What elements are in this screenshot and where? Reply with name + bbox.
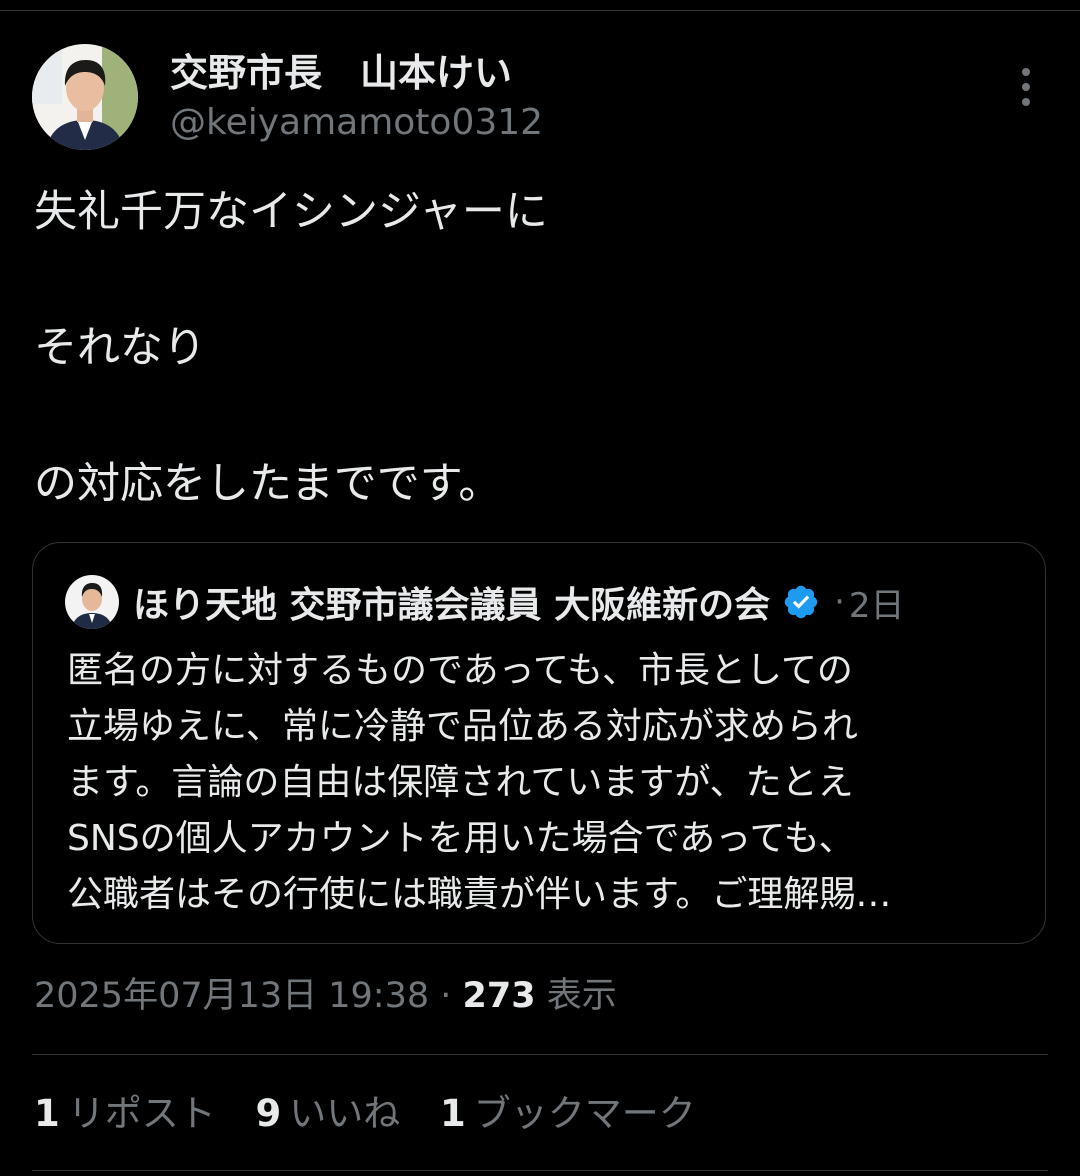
- reposts-count: 1: [34, 1092, 60, 1135]
- quoted-timestamp[interactable]: 2日: [849, 578, 905, 627]
- bookmarks-stat[interactable]: 1 ブックマーク: [440, 1086, 696, 1142]
- quoted-line: SNSの個人アカウントを用いた場合であっても、: [67, 818, 855, 859]
- likes-stat[interactable]: 9 いいね: [256, 1086, 401, 1142]
- stats-divider-bottom: [32, 1170, 1048, 1171]
- author-name[interactable]: 交野市長 山本けい: [170, 50, 512, 96]
- reposts-label: リポスト: [67, 1092, 216, 1135]
- quoted-line: ます。言論の自由は保障されていますが、たとえ: [67, 762, 854, 803]
- verified-badge-icon: [782, 583, 820, 621]
- reposts-stat[interactable]: 1 リポスト: [34, 1086, 216, 1142]
- quoted-time-separator: ·: [834, 582, 845, 622]
- quoted-line: 立場ゆえに、常に冷静で品位ある対応が求められ: [67, 706, 858, 747]
- likes-label: いいね: [289, 1092, 401, 1135]
- quoted-author-avatar[interactable]: [65, 575, 119, 629]
- tweet-text: 失礼千万なイシンジャーに それなり の対応をしたまでです。: [34, 178, 1044, 518]
- views-count: 273: [462, 976, 536, 1016]
- quoted-line: 公職者はその行使には職責が伴います。ご理解賜…: [67, 874, 892, 915]
- top-divider: [0, 10, 1080, 11]
- quoted-tweet-text: 匿名の方に対するものであっても、市長としての 立場ゆえに、常に冷静で品位ある対応…: [67, 643, 1027, 923]
- engagement-stats: 1 リポスト 9 いいね 1 ブックマーク: [34, 1086, 724, 1142]
- tweet-line: 失礼千万なイシンジャーに: [34, 187, 548, 237]
- meta-separator: ·: [429, 976, 463, 1016]
- author-avatar[interactable]: [32, 44, 138, 150]
- stats-divider-top: [32, 1054, 1048, 1055]
- quoted-line: 匿名の方に対するものであっても、市長としての: [67, 650, 853, 691]
- tweet-line: それなり: [34, 323, 206, 373]
- more-vertical-icon: [1022, 68, 1030, 106]
- more-options-button[interactable]: [1006, 62, 1046, 112]
- tweet-meta: 2025年07月13日 19:38 · 273 表示: [34, 968, 617, 1024]
- bookmarks-label: ブックマーク: [473, 1092, 696, 1135]
- tweet-line: の対応をしたまでです。: [34, 459, 502, 509]
- views-label: 表示: [535, 976, 617, 1016]
- author-handle[interactable]: @keiyamamoto0312: [170, 100, 543, 146]
- likes-count: 9: [255, 1092, 282, 1135]
- quoted-tweet-header: ほり天地 交野市議会議員 大阪維新の会 · 2日: [133, 573, 905, 631]
- quoted-tweet-card[interactable]: ほり天地 交野市議会議員 大阪維新の会 · 2日 匿名の方に対するものであっても…: [32, 542, 1046, 944]
- tweet-datetime[interactable]: 2025年07月13日 19:38: [34, 976, 429, 1016]
- bookmarks-count: 1: [440, 1092, 466, 1135]
- quoted-author-name[interactable]: ほり天地 交野市議会議員 大阪維新の会: [133, 576, 770, 628]
